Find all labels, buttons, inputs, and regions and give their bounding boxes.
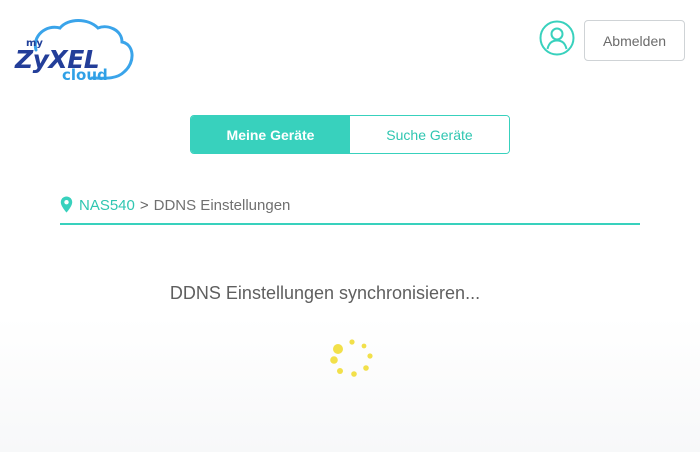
sync-status-message: DDNS Einstellungen synchronisieren... bbox=[169, 283, 481, 303]
breadcrumb-device-link[interactable]: NAS540 bbox=[79, 197, 135, 214]
user-avatar-icon[interactable] bbox=[539, 20, 575, 56]
breadcrumb: NAS540 > DDNS Einstellungen bbox=[60, 190, 640, 225]
location-pin-icon bbox=[60, 196, 73, 213]
breadcrumb-separator: > bbox=[139, 197, 149, 214]
loading-spinner-icon bbox=[326, 332, 378, 384]
mycloud-logo[interactable]: my ZyXEL cloud bbox=[12, 16, 136, 86]
device-tabs: Meine Geräte Suche Geräte bbox=[190, 115, 510, 154]
breadcrumb-current: DDNS Einstellungen bbox=[153, 197, 291, 214]
logout-button[interactable]: Abmelden bbox=[584, 20, 685, 61]
tab-my-devices[interactable]: Meine Geräte bbox=[191, 116, 350, 153]
tab-search-devices[interactable]: Suche Geräte bbox=[350, 116, 509, 153]
logo-cloud-text: cloud bbox=[62, 66, 108, 84]
